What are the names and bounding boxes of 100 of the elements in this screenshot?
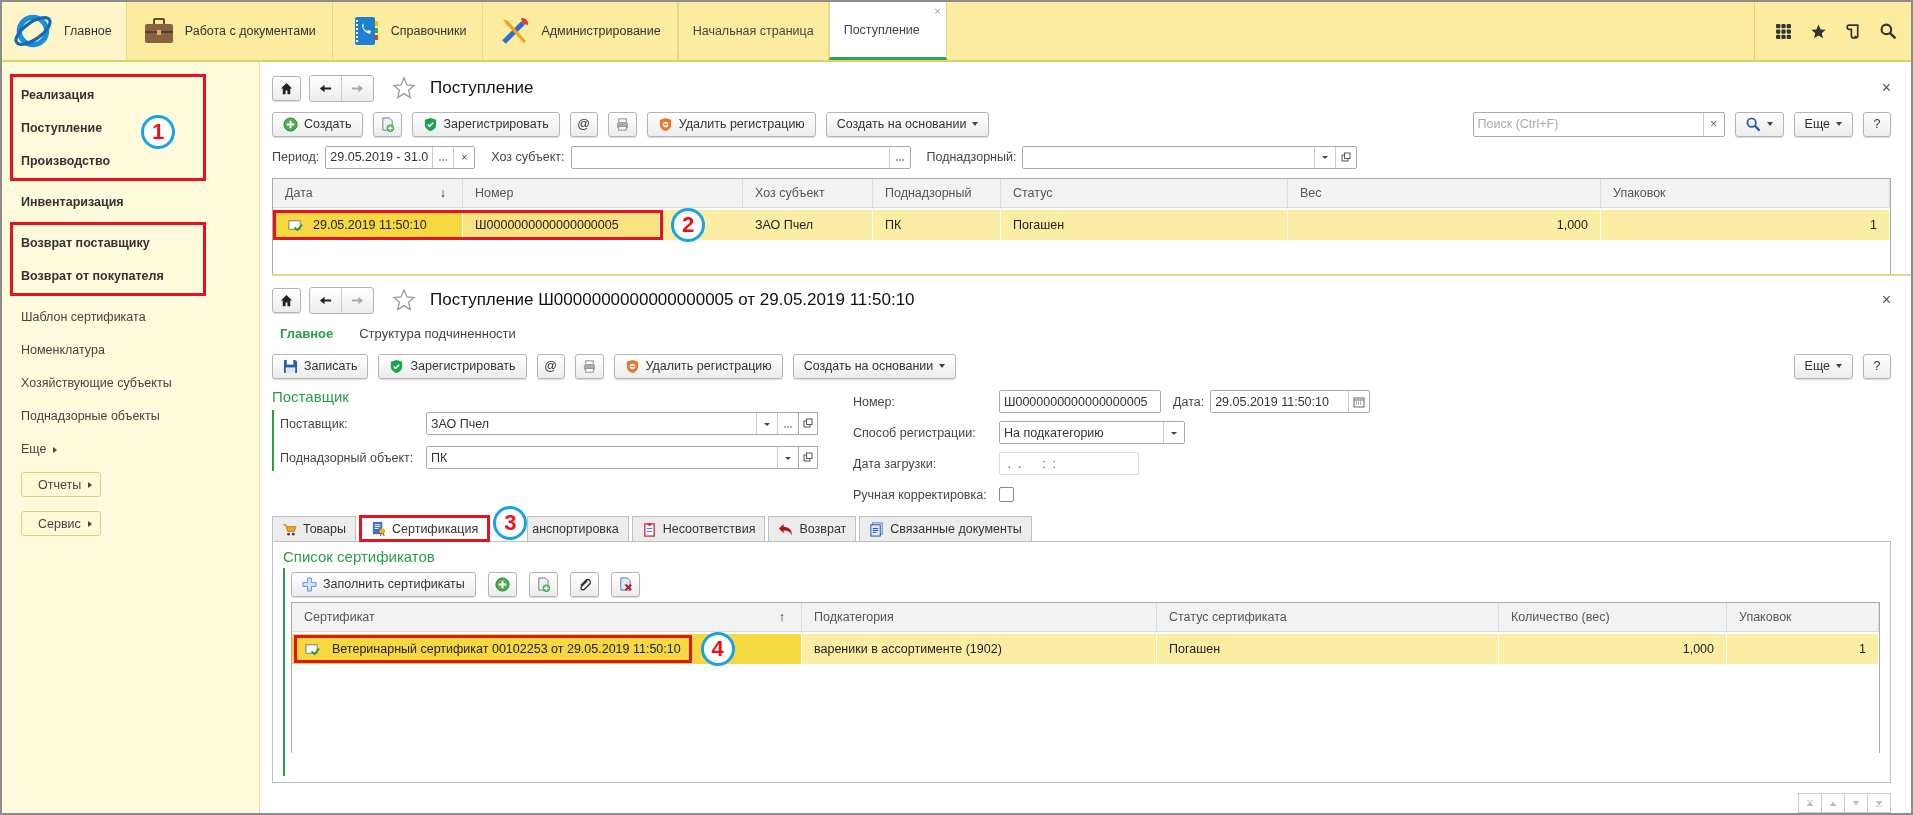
more-button[interactable]: Еще — [1793, 353, 1853, 379]
column-header[interactable]: Подкатегория — [802, 603, 1157, 631]
sidebar-item[interactable]: Хозяйствующие субъекты — [13, 367, 180, 400]
table-row[interactable]: 29.05.2019 11:50:10 Ш0000000000000000005 2 ЗАО Пчел ПК Погашен 1,000 1 — [273, 210, 1890, 240]
scroll-button[interactable] — [1867, 793, 1891, 813]
ellipsis-icon — [784, 425, 792, 428]
subject-field[interactable] — [570, 145, 911, 169]
sidebar-item[interactable]: Поступление — [13, 112, 111, 145]
open-button[interactable] — [798, 412, 818, 435]
close-button[interactable]: × — [1875, 291, 1891, 309]
toolbar-button[interactable]: Удалить регистрацию — [613, 353, 783, 379]
table-cell: 1 — [1727, 634, 1879, 664]
column-header[interactable]: Упаковок — [1601, 179, 1890, 207]
reference-field[interactable]: ЗАО Пчел — [426, 412, 799, 435]
sidebar-item[interactable]: Шаблон сертификата — [13, 301, 154, 334]
search-options-button[interactable] — [1734, 111, 1784, 137]
tab[interactable]: Несоответствия — [631, 516, 766, 541]
grid-icon[interactable] — [1775, 22, 1792, 40]
toolbar-button[interactable]: Удалить регистрацию — [646, 111, 816, 137]
calendar-icon — [1353, 395, 1366, 408]
more-link[interactable]: Еще — [13, 433, 67, 466]
number-field[interactable]: Ш0000000000000000005 — [999, 390, 1161, 413]
reference-field[interactable]: ПК — [426, 446, 799, 469]
tab[interactable]: Товары — [272, 516, 356, 541]
sidebar-item[interactable]: Поднадзорные объекты — [13, 400, 168, 433]
dropdown-button[interactable]: Создать на основании — [825, 111, 990, 137]
sidebar-item[interactable]: Инвентаризация — [13, 186, 132, 219]
icon-button[interactable] — [569, 571, 599, 597]
section-tab[interactable]: Справочники — [332, 2, 484, 60]
email-button[interactable]: @ — [536, 353, 565, 379]
tab-label: Начальная страница — [692, 24, 814, 38]
search-icon[interactable] — [1880, 22, 1897, 40]
home-button[interactable] — [272, 75, 301, 101]
sidebar-item[interactable]: Номенклатура — [13, 334, 113, 367]
toolbar-button[interactable]: Записать — [272, 353, 369, 379]
caret-icon — [86, 519, 93, 528]
open-button[interactable] — [798, 446, 818, 469]
select-field[interactable] — [1022, 145, 1358, 169]
email-button[interactable]: @ — [569, 111, 598, 137]
column-header[interactable]: Поднадзорный — [873, 179, 1001, 207]
help-button[interactable]: ? — [1863, 111, 1891, 137]
star-icon[interactable] — [392, 76, 416, 100]
scroll-button[interactable] — [1821, 793, 1845, 813]
column-header[interactable]: Упаковок — [1727, 603, 1879, 631]
column-header[interactable]: Статус сертификата — [1157, 603, 1499, 631]
select-field[interactable]: На подкатегорию — [999, 421, 1185, 444]
column-header[interactable]: Сертификат ↑ — [292, 603, 802, 631]
star-icon[interactable] — [392, 288, 416, 312]
tab[interactable]: анспортировка — [527, 516, 629, 541]
column-header[interactable]: Номер — [463, 179, 743, 207]
scroll-button[interactable] — [1798, 793, 1822, 813]
toolbar-button[interactable]: Зарегистрировать — [378, 353, 527, 379]
toolbar-button[interactable]: Заполнить сертификаты — [291, 571, 476, 597]
help-button[interactable]: ? — [1863, 353, 1891, 379]
column-header[interactable]: Дата ↓ — [273, 179, 463, 207]
section-tab[interactable]: Работа с документами — [126, 2, 333, 60]
open-window-icon — [803, 451, 813, 462]
column-header[interactable]: Хоз субъект — [743, 179, 873, 207]
home-button[interactable] — [272, 287, 301, 313]
date-field[interactable]: . . : : — [999, 452, 1139, 475]
tab[interactable]: Возврат — [768, 516, 857, 541]
back-forward-buttons[interactable] — [309, 74, 374, 102]
sidebar-button[interactable]: Отчеты — [21, 472, 101, 497]
scroll-button[interactable] — [1844, 793, 1868, 813]
history-icon[interactable] — [1845, 22, 1862, 40]
section-tab[interactable]: Администрирование — [483, 2, 678, 60]
sidebar-item[interactable]: Возврат от покупателя — [13, 260, 172, 293]
sidebar-button[interactable]: Сервис — [21, 511, 101, 536]
checkbox[interactable] — [999, 487, 1014, 502]
close-button[interactable]: × — [1875, 79, 1891, 97]
column-header[interactable]: Вес — [1288, 179, 1601, 207]
document-plus-icon — [379, 116, 395, 132]
section-label: Администрирование — [541, 24, 661, 38]
back-forward-buttons[interactable] — [309, 286, 374, 314]
period-field[interactable]: 29.05.2019 - 31.0 × — [325, 145, 476, 169]
table-row[interactable]: Ветеринарный сертификат 00102253 от 29.05.2019 11:50:10 4 вареники в ассортименте (1902) Погашен 1,000 1 — [292, 634, 1879, 664]
scroll-arrow-icon — [1851, 799, 1861, 807]
sidebar-item[interactable]: Реализация — [13, 79, 103, 112]
open-tab[interactable]: Поступление × — [828, 2, 947, 60]
scroll-arrow-icon — [1828, 799, 1838, 807]
dropdown-button[interactable]: Создать на основании — [792, 353, 957, 379]
section-tab[interactable]: Главное — [2, 2, 127, 60]
star-icon[interactable] — [1810, 22, 1827, 40]
column-header[interactable]: Количество (вес) — [1499, 603, 1727, 631]
form-nav-link[interactable]: Структура подчиненности — [359, 325, 516, 341]
tab[interactable]: Сертификация — [359, 515, 491, 542]
search-field[interactable]: Поиск (Ctrl+F) × — [1472, 111, 1725, 137]
open-tab[interactable]: Начальная страница — [677, 2, 829, 60]
sidebar-item[interactable]: Производство — [13, 145, 119, 178]
document-plus-icon — [535, 576, 551, 592]
icon-button[interactable] — [610, 571, 640, 597]
toolbar-button[interactable]: Зарегистрировать — [411, 111, 560, 137]
date-field[interactable]: 29.05.2019 11:50:10 — [1210, 390, 1371, 413]
field-label: Поставщик: — [280, 416, 349, 431]
sidebar-item[interactable]: Возврат поставщику — [13, 227, 158, 260]
more-button[interactable]: Еще — [1793, 111, 1853, 137]
tab[interactable]: Связанные документы — [859, 516, 1032, 541]
column-header[interactable]: Статус — [1001, 179, 1288, 207]
printer-icon — [581, 358, 597, 374]
toolbar-button[interactable]: Создать — [272, 111, 363, 137]
